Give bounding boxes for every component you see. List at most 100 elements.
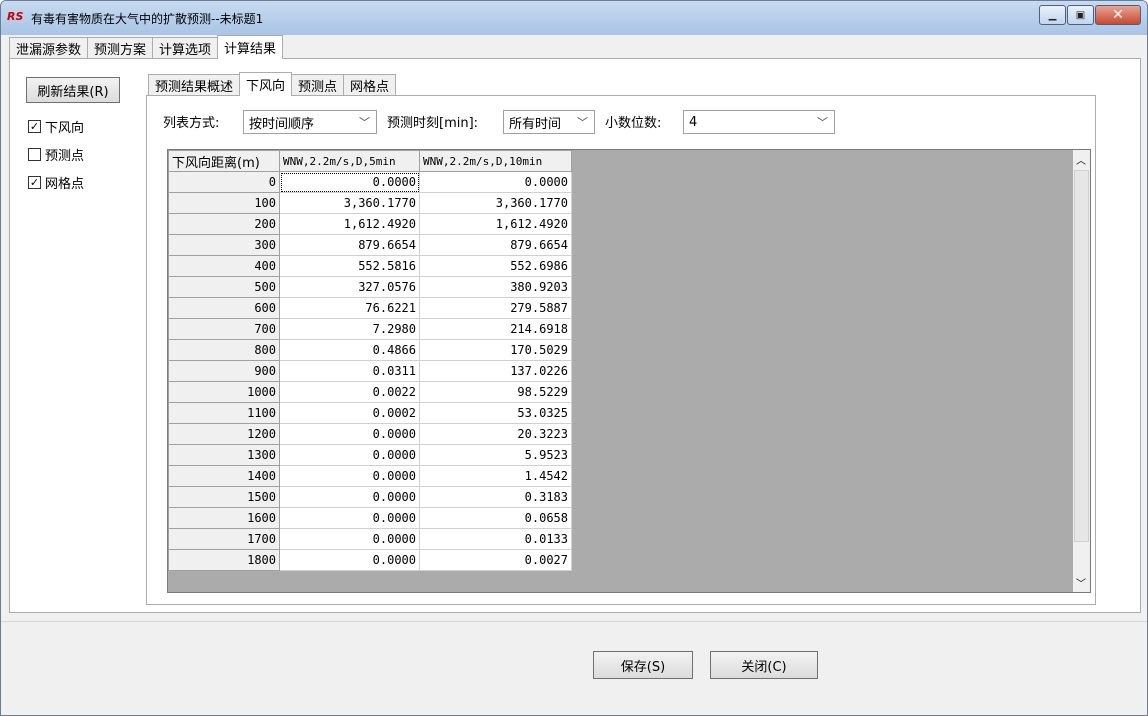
row-header-cell[interactable]: 1200 <box>168 423 280 445</box>
row-header-cell[interactable]: 1300 <box>168 444 280 466</box>
scroll-thumb[interactable] <box>1074 170 1089 542</box>
table-cell[interactable]: 137.0226 <box>419 360 572 382</box>
vertical-scrollbar[interactable]: ︿ ﹀ <box>1073 150 1090 592</box>
table-cell[interactable]: 879.6654 <box>419 234 572 256</box>
results-grid[interactable]: 下风向距离(m) WNW,2.2m/s,D,5min WNW,2.2m/s,D,… <box>167 149 1091 593</box>
checkbox-box[interactable]: ✓ <box>28 176 41 189</box>
table-cell[interactable]: 0.0000 <box>279 549 420 571</box>
table-cell[interactable]: 170.5029 <box>419 339 572 361</box>
checkbox-grid-points[interactable]: ✓ 网格点 <box>28 173 84 192</box>
table-row[interactable]: 1600 0.0000 0.0658 <box>168 507 572 529</box>
table-cell[interactable]: 0.0000 <box>279 423 420 445</box>
tab-overview[interactable]: 预测结果概述 <box>148 74 241 96</box>
row-header-cell[interactable]: 1600 <box>168 507 280 529</box>
table-cell[interactable]: 0.0000 <box>279 507 420 529</box>
table-cell[interactable]: 7.2980 <box>279 318 420 340</box>
list-mode-select[interactable]: 按时间顺序 ﹀ <box>243 110 377 134</box>
checkbox-forecast-points[interactable]: 预测点 <box>28 145 84 164</box>
table-cell[interactable]: 279.5887 <box>419 297 572 319</box>
tab-leak-source[interactable]: 泄漏源参数 <box>9 37 89 59</box>
table-row[interactable]: 1000 0.0022 98.5229 <box>168 381 572 403</box>
row-header-cell[interactable]: 1000 <box>168 381 280 403</box>
decimals-select[interactable]: 4 ﹀ <box>683 110 835 134</box>
row-header-cell[interactable]: 1400 <box>168 465 280 487</box>
table-row[interactable]: 900 0.0311 137.0226 <box>168 360 572 382</box>
table-row[interactable]: 400 552.5816 552.6986 <box>168 255 572 277</box>
table-cell[interactable]: 76.6221 <box>279 297 420 319</box>
table-cell[interactable]: 0.0000 <box>419 171 572 193</box>
row-header-cell[interactable]: 100 <box>168 192 280 214</box>
row-header-cell[interactable]: 1500 <box>168 486 280 508</box>
table-row[interactable]: 1300 0.0000 5.9523 <box>168 444 572 466</box>
row-header-cell[interactable]: 600 <box>168 297 280 319</box>
table-cell[interactable]: 3,360.1770 <box>419 192 572 214</box>
table-cell[interactable]: 0.0000 <box>279 444 420 466</box>
table-cell[interactable]: 98.5229 <box>419 381 572 403</box>
table-cell[interactable]: 0.0022 <box>279 381 420 403</box>
table-cell[interactable]: 0.0133 <box>419 528 572 550</box>
column-header[interactable]: WNW,2.2m/s,D,10min <box>419 150 572 172</box>
table-cell[interactable]: 0.0000 <box>279 465 420 487</box>
table-cell[interactable]: 879.6654 <box>279 234 420 256</box>
table-cell[interactable]: 3,360.1770 <box>279 192 420 214</box>
forecast-time-select[interactable]: 所有时间 ﹀ <box>503 110 595 134</box>
row-header-cell[interactable]: 300 <box>168 234 280 256</box>
table-row[interactable]: 200 1,612.4920 1,612.4920 <box>168 213 572 235</box>
table-cell[interactable]: 0.0000 <box>279 486 420 508</box>
table-row[interactable]: 1800 0.0000 0.0027 <box>168 549 572 571</box>
refresh-results-button[interactable]: 刷新结果(R) <box>26 77 120 103</box>
table-row[interactable]: 600 76.6221 279.5887 <box>168 297 572 319</box>
table-cell[interactable]: 0.0002 <box>279 402 420 424</box>
table-cell[interactable]: 552.6986 <box>419 255 572 277</box>
table-row[interactable]: 300 879.6654 879.6654 <box>168 234 572 256</box>
row-header-cell[interactable]: 800 <box>168 339 280 361</box>
table-row[interactable]: 1200 0.0000 20.3223 <box>168 423 572 445</box>
table-row[interactable]: 1500 0.0000 0.3183 <box>168 486 572 508</box>
table-row[interactable]: 0 0.0000 0.0000 <box>168 171 572 193</box>
row-header-cell[interactable]: 1700 <box>168 528 280 550</box>
row-header-cell[interactable]: 1100 <box>168 402 280 424</box>
table-row[interactable]: 1100 0.0002 53.0325 <box>168 402 572 424</box>
column-header[interactable]: 下风向距离(m) <box>168 150 280 172</box>
table-cell[interactable]: 0.3183 <box>419 486 572 508</box>
close-button[interactable]: 关闭(C) <box>710 651 818 679</box>
table-cell[interactable]: 0.0027 <box>419 549 572 571</box>
tab-forecast-plan[interactable]: 预测方案 <box>87 37 154 59</box>
close-window-button[interactable]: ✕ <box>1095 5 1141 25</box>
row-header-cell[interactable]: 900 <box>168 360 280 382</box>
table-cell[interactable]: 0.4866 <box>279 339 420 361</box>
table-cell[interactable]: 0.0000 <box>279 171 420 193</box>
table-cell[interactable]: 0.0000 <box>279 528 420 550</box>
tab-forecast-points[interactable]: 预测点 <box>291 74 345 96</box>
column-header[interactable]: WNW,2.2m/s,D,5min <box>279 150 420 172</box>
table-cell[interactable]: 552.5816 <box>279 255 420 277</box>
table-row[interactable]: 100 3,360.1770 3,360.1770 <box>168 192 572 214</box>
table-cell[interactable]: 0.0658 <box>419 507 572 529</box>
table-row[interactable]: 1400 0.0000 1.4542 <box>168 465 572 487</box>
table-cell[interactable]: 1.4542 <box>419 465 572 487</box>
row-header-cell[interactable]: 400 <box>168 255 280 277</box>
table-row[interactable]: 700 7.2980 214.6918 <box>168 318 572 340</box>
checkbox-box[interactable] <box>28 148 41 161</box>
table-row[interactable]: 1700 0.0000 0.0133 <box>168 528 572 550</box>
row-header-cell[interactable]: 700 <box>168 318 280 340</box>
table-cell[interactable]: 1,612.4920 <box>419 213 572 235</box>
minimize-button[interactable]: ▁ <box>1039 5 1066 25</box>
table-row[interactable]: 500 327.0576 380.9203 <box>168 276 572 298</box>
table-cell[interactable]: 1,612.4920 <box>279 213 420 235</box>
chevron-up-icon[interactable]: ︿ <box>1076 152 1086 167</box>
tab-downwind[interactable]: 下风向 <box>239 72 293 96</box>
table-cell[interactable]: 20.3223 <box>419 423 572 445</box>
row-header-cell[interactable]: 0 <box>168 171 280 193</box>
chevron-down-icon[interactable]: ﹀ <box>1076 575 1086 590</box>
table-row[interactable]: 800 0.4866 170.5029 <box>168 339 572 361</box>
table-cell[interactable]: 53.0325 <box>419 402 572 424</box>
row-header-cell[interactable]: 1800 <box>168 549 280 571</box>
table-cell[interactable]: 380.9203 <box>419 276 572 298</box>
row-header-cell[interactable]: 200 <box>168 213 280 235</box>
table-cell[interactable]: 5.9523 <box>419 444 572 466</box>
save-button[interactable]: 保存(S) <box>593 651 693 679</box>
table-cell[interactable]: 327.0576 <box>279 276 420 298</box>
table-cell[interactable]: 214.6918 <box>419 318 572 340</box>
checkbox-box[interactable]: ✓ <box>28 120 41 133</box>
